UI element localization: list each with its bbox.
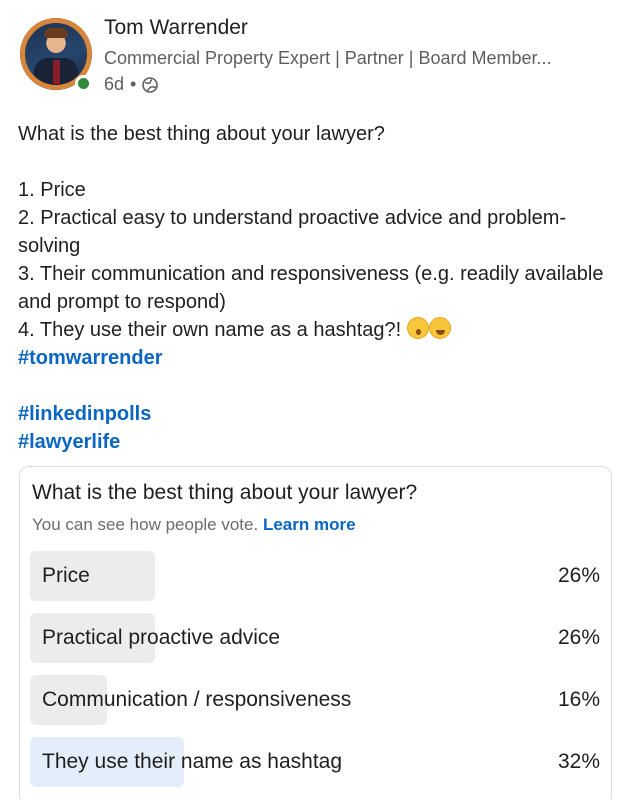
hashtag-tomwarrender[interactable]: #tomwarrender: [18, 344, 610, 372]
poll-question: What is the best thing about your lawyer…: [32, 481, 418, 504]
post-meta: 6d •: [104, 74, 159, 95]
astonished-face-icon: [406, 317, 429, 339]
globe-icon: [142, 76, 159, 93]
poll-option-percent: 26%: [557, 564, 600, 587]
post-item-3: 3. Their communication and responsivenes…: [18, 263, 604, 313]
post-question: What is the best thing about your lawyer…: [18, 123, 385, 145]
poll-option-label: Communication / responsiveness: [42, 688, 352, 711]
online-status-icon: [75, 75, 92, 92]
poll-note-text: You can see how people vote.: [32, 515, 259, 534]
hashtag-linkedinpolls[interactable]: #linkedinpolls: [18, 400, 610, 428]
poll-option-price[interactable]: Price 26%: [30, 551, 600, 601]
poll-option-percent: 26%: [557, 626, 600, 649]
post-item-1: 1. Price: [18, 179, 86, 201]
poll-option-percent: 16%: [557, 688, 600, 711]
poll-option-communication[interactable]: Communication / responsiveness 16%: [30, 675, 600, 725]
avatar[interactable]: [20, 18, 96, 94]
hashtag-lawyerlife[interactable]: #lawyerlife: [18, 428, 610, 456]
learn-more-link[interactable]: Learn more: [263, 515, 356, 534]
post-item-4-line: 4. They use their own name as a hashtag?…: [18, 316, 610, 344]
post-body: What is the best thing about your lawyer…: [18, 120, 610, 456]
poll-option-practical-advice[interactable]: Practical proactive advice 26%: [30, 613, 600, 663]
poll-visibility-note: You can see how people vote. Learn more: [32, 515, 356, 535]
post-item-2: 2. Practical easy to understand proactiv…: [18, 207, 567, 257]
poll-option-label: They use their name as hashtag: [42, 750, 343, 773]
poll-option-label: Practical proactive advice: [42, 626, 281, 649]
post-header: Tom Warrender Commercial Property Expert…: [20, 14, 620, 104]
poll-card: What is the best thing about your lawyer…: [19, 466, 612, 800]
poll-option-percent: 32%: [557, 750, 600, 773]
post-time: 6d: [104, 74, 125, 94]
post-item-4: 4. They use their own name as a hashtag?…: [18, 319, 402, 341]
author-headline: Commercial Property Expert | Partner | B…: [104, 48, 552, 68]
poll-option-label: Price: [42, 564, 90, 587]
poll-option-hashtag-name[interactable]: They use their name as hashtag 32%: [30, 737, 600, 787]
author-name[interactable]: Tom Warrender: [104, 16, 248, 40]
grinning-squinting-face-icon: [428, 317, 451, 339]
meta-separator: •: [130, 74, 137, 94]
